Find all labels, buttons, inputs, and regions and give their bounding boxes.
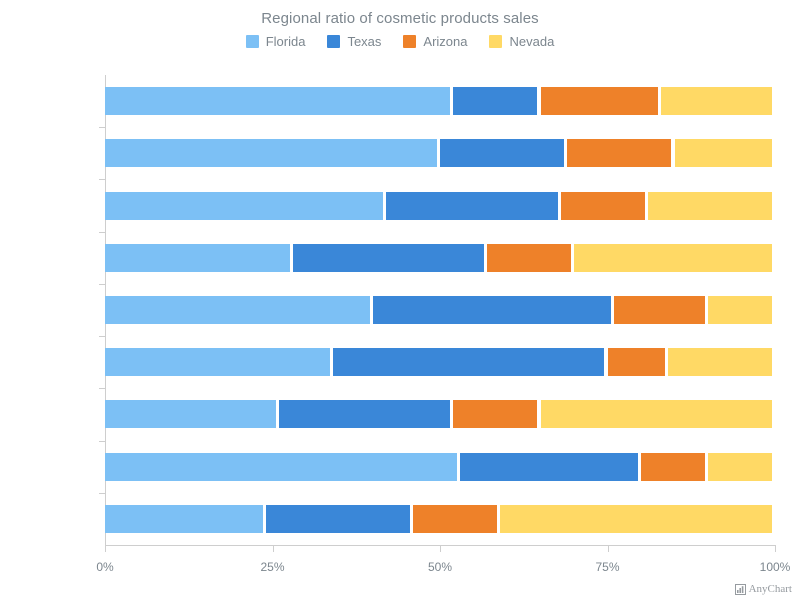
y-axis-tick	[99, 388, 105, 390]
stacked-bar-row	[105, 296, 775, 324]
legend-label: Nevada	[509, 34, 555, 49]
bar-segment-arizona[interactable]	[486, 243, 571, 272]
bar-segment-texas[interactable]	[453, 87, 538, 116]
x-axis-tick-label: 100%	[759, 560, 791, 574]
watermark-label: AnyChart	[748, 583, 792, 595]
x-axis-tick	[105, 546, 106, 552]
bar-segment-texas[interactable]	[386, 191, 558, 220]
y-axis-tick	[99, 492, 105, 494]
bar-segment-texas[interactable]	[292, 243, 484, 272]
y-axis-tick	[99, 336, 105, 338]
bar-segment-florida[interactable]	[105, 452, 458, 481]
legend-swatch-icon	[489, 35, 503, 48]
bar-segment-texas[interactable]	[265, 504, 411, 533]
bar-segment-nevada[interactable]	[574, 243, 772, 272]
y-axis-tick	[99, 283, 105, 285]
chart-title: Regional ratio of cosmetic products sale…	[261, 10, 539, 27]
stacked-bar-row	[105, 504, 775, 533]
bar-segment-arizona[interactable]	[453, 400, 538, 429]
legend-item-nevada[interactable]: Nevada	[489, 34, 554, 49]
bar-segment-nevada[interactable]	[647, 191, 772, 220]
stacked-bar-row	[105, 243, 775, 272]
plot-area	[105, 75, 775, 545]
chart-container: Regional ratio of cosmetic products sale…	[0, 0, 800, 600]
bar-segment-arizona[interactable]	[540, 87, 659, 116]
bar-segment-nevada[interactable]	[708, 296, 772, 324]
stacked-bar-row	[105, 139, 775, 168]
x-axis-tick	[607, 546, 609, 552]
legend-item-texas[interactable]: Texas	[327, 34, 381, 49]
legend-label: Texas	[347, 34, 382, 49]
x-axis-tick-label: 50%	[427, 560, 453, 574]
bar-segment-florida[interactable]	[105, 348, 330, 377]
bar-segment-texas[interactable]	[460, 452, 638, 481]
x-axis-tick	[775, 546, 776, 552]
bar-segment-florida[interactable]	[105, 139, 437, 168]
y-axis-tick	[99, 127, 105, 129]
bar-segment-nevada[interactable]	[661, 87, 772, 116]
anychart-watermark[interactable]: AnyChart	[734, 583, 792, 595]
anychart-logo-icon	[734, 583, 746, 595]
legend-item-florida[interactable]: Florida	[245, 34, 306, 49]
legend-swatch-icon	[327, 35, 341, 48]
bar-segment-texas[interactable]	[279, 400, 451, 429]
bar-segment-florida[interactable]	[105, 191, 384, 220]
x-axis-tick-label: 75%	[595, 560, 620, 574]
bar-segment-florida[interactable]	[105, 400, 277, 429]
bar-segment-texas[interactable]	[440, 139, 565, 168]
legend-swatch-icon	[245, 35, 259, 48]
bar-segment-nevada[interactable]	[500, 504, 772, 533]
bar-segment-arizona[interactable]	[560, 191, 645, 220]
stacked-bar-row	[105, 452, 775, 481]
stacked-bar-row	[105, 191, 775, 220]
bar-segment-texas[interactable]	[332, 348, 605, 377]
bar-segment-arizona[interactable]	[607, 348, 665, 377]
legend-swatch-icon	[403, 35, 417, 48]
y-axis-tick	[99, 440, 105, 442]
legend-item-arizona[interactable]: Arizona	[403, 34, 467, 49]
bar-segment-arizona[interactable]	[413, 504, 498, 533]
x-axis-tick	[440, 546, 441, 552]
y-axis-tick	[99, 231, 105, 233]
bar-segment-florida[interactable]	[105, 87, 451, 116]
bar-segment-nevada[interactable]	[674, 139, 772, 168]
bar-segment-nevada[interactable]	[540, 400, 772, 429]
y-axis-tick	[99, 179, 105, 181]
stacked-bar-row	[105, 400, 775, 429]
bar-segment-nevada[interactable]	[708, 452, 772, 481]
legend-label: Florida	[265, 34, 306, 49]
bar-segment-arizona[interactable]	[641, 452, 705, 481]
bar-segment-nevada[interactable]	[667, 348, 772, 377]
x-axis-tick	[272, 546, 274, 552]
bar-segment-arizona[interactable]	[567, 139, 672, 168]
bar-segment-florida[interactable]	[105, 243, 290, 272]
x-axis-tick-label: 0%	[96, 560, 114, 574]
bar-segment-arizona[interactable]	[614, 296, 705, 324]
x-axis-tick-label: 25%	[260, 560, 285, 574]
bar-segment-texas[interactable]	[373, 296, 612, 324]
stacked-bar-row	[105, 348, 775, 377]
bar-segment-florida[interactable]	[105, 504, 263, 533]
stacked-bar-row	[105, 87, 775, 116]
legend-label: Arizona	[423, 34, 468, 49]
bar-segment-florida[interactable]	[105, 296, 370, 324]
chart-legend: Florida Texas Arizona Nevada	[0, 34, 800, 49]
